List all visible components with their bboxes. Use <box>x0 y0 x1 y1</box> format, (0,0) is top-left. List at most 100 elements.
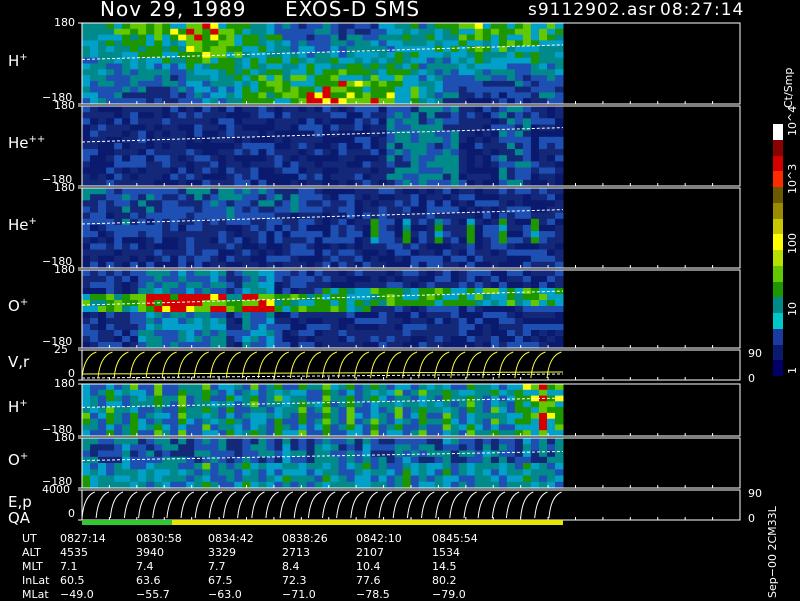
heat-cell <box>490 75 500 82</box>
heat-cell <box>298 401 307 408</box>
heat-cell <box>426 282 436 289</box>
heat-cell <box>402 255 412 263</box>
heat-cell <box>250 106 259 113</box>
footer-value: 60.5 <box>60 574 85 587</box>
heat-cell <box>138 336 147 343</box>
heat-cell <box>514 324 524 331</box>
heat-cell <box>274 475 283 483</box>
heat-cell <box>138 188 147 195</box>
heat-cell <box>250 179 259 187</box>
heat-cell <box>250 424 259 431</box>
heat-cell <box>442 167 452 175</box>
heat-cell <box>154 130 163 138</box>
heat-cell <box>362 438 372 445</box>
heat-cell <box>490 23 500 30</box>
heat-cell <box>442 206 452 214</box>
heat-cell <box>266 318 275 325</box>
heat-cell <box>154 106 163 113</box>
heat-cell <box>442 336 452 343</box>
heat-cell <box>370 475 380 483</box>
heat-cell <box>330 418 339 425</box>
heat-cell <box>474 51 484 59</box>
heat-cell <box>539 161 548 169</box>
heat-cell <box>194 106 203 113</box>
heat-cell <box>290 401 299 408</box>
heat-cell <box>539 149 548 156</box>
heat-cell <box>498 231 508 238</box>
heat-cell <box>490 106 500 113</box>
heat-cell <box>514 142 524 150</box>
heat-cell <box>218 243 227 251</box>
panel-label-sup: ++ <box>28 134 46 145</box>
heat-cell <box>410 57 420 64</box>
heat-cell <box>418 255 428 263</box>
heat-cell <box>338 155 347 162</box>
heat-cell <box>458 318 468 325</box>
heat-cell <box>506 46 516 53</box>
heat-cell <box>402 142 412 150</box>
heat-cell <box>330 261 339 269</box>
heat-cell <box>426 40 436 47</box>
heat-cell <box>178 130 187 138</box>
heat-cell <box>426 401 436 408</box>
heat-cell <box>482 63 492 70</box>
heat-cell <box>514 23 524 30</box>
heat-cell <box>490 294 500 301</box>
heat-cell <box>162 200 171 207</box>
heat-cell <box>106 63 115 70</box>
heat-cell <box>539 249 548 257</box>
heat-cell <box>426 173 436 181</box>
heat-cell <box>378 401 388 408</box>
heat-cell <box>418 418 428 425</box>
heat-cell <box>162 418 171 425</box>
heat-cell <box>547 69 556 76</box>
heat-cell <box>162 106 171 113</box>
heat-cell <box>346 469 356 477</box>
heat-cell <box>306 218 315 226</box>
heat-cell <box>266 249 275 257</box>
heat-cell <box>394 463 404 470</box>
heat-cell <box>514 224 524 232</box>
heat-cell <box>314 412 323 420</box>
heat-cell <box>458 401 468 408</box>
heat-cell <box>170 179 179 187</box>
heat-cell <box>514 282 524 289</box>
heat-cell <box>434 336 444 343</box>
heat-cell <box>234 282 243 289</box>
heat-cell <box>346 424 356 431</box>
heat-cell <box>82 23 91 30</box>
heat-cell <box>186 206 195 214</box>
heat-cell <box>82 255 91 263</box>
heat-cell <box>114 288 123 295</box>
heat-cell <box>555 149 564 156</box>
heat-cell <box>490 80 500 88</box>
heat-cell <box>130 456 139 464</box>
heat-cell <box>306 124 315 132</box>
heat-cell <box>242 161 251 169</box>
heat-cell <box>346 270 356 277</box>
heat-cell <box>274 300 283 307</box>
heat-cell <box>547 282 556 289</box>
heat-cell <box>266 34 275 41</box>
heat-cell <box>258 407 267 414</box>
heat-cell <box>370 389 380 397</box>
heat-cell <box>434 407 444 414</box>
heat-cell <box>547 412 556 420</box>
heat-cell <box>506 224 516 232</box>
heat-cell <box>362 224 372 232</box>
heat-cell <box>322 336 331 343</box>
heat-cell <box>106 424 115 431</box>
heat-cell <box>482 401 492 408</box>
heat-cell <box>539 142 548 150</box>
heat-cell <box>98 463 107 470</box>
heat-cell <box>266 395 275 402</box>
heat-cell <box>530 336 540 343</box>
heat-cell <box>314 243 323 251</box>
heat-cell <box>274 418 283 425</box>
heat-cell <box>354 456 364 464</box>
heat-cell <box>506 237 516 244</box>
heat-cell <box>178 161 187 169</box>
heat-cell <box>378 395 388 402</box>
heat-cell <box>378 424 388 431</box>
heat-cell <box>547 312 556 319</box>
